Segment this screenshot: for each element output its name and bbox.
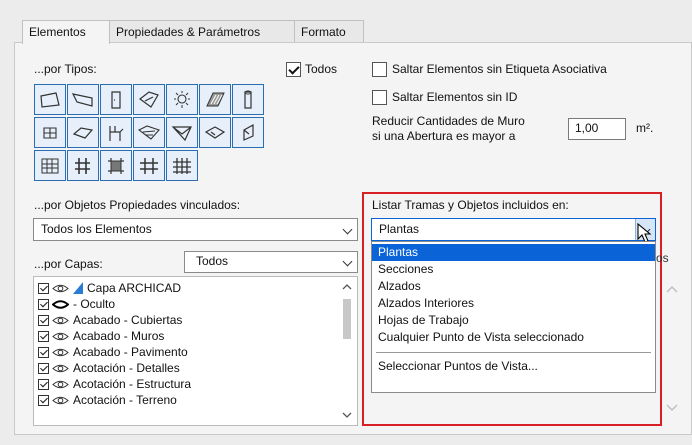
layer-name: - Oculto — [73, 297, 116, 311]
list-in-select-value: Plantas — [379, 222, 420, 236]
select-viewpoints-option[interactable]: Seleccionar Puntos de Vista... — [372, 358, 655, 375]
layer-list-scrollbar[interactable] — [337, 277, 357, 425]
layer-row[interactable]: Acabado - Muros — [34, 328, 357, 344]
chevron-down-icon — [342, 256, 353, 267]
curtain-wall-icon[interactable] — [232, 117, 264, 148]
slab-icon[interactable] — [67, 117, 99, 148]
fill-icon[interactable] — [166, 150, 198, 181]
mesh-icon[interactable] — [34, 150, 66, 181]
listing-criteria-dialog: Elementos Propiedades & Parámetros Forma… — [0, 0, 692, 445]
props-select-value: Todos los Elementos — [41, 222, 152, 236]
wall-icon[interactable] — [34, 84, 66, 115]
element-type-grid — [34, 84, 265, 183]
by-props-label: ...por Objetos Propiedades vinculados: — [34, 198, 241, 212]
layer-name: Acabado - Cubiertas — [73, 313, 183, 327]
roof-icon[interactable] — [133, 117, 165, 148]
layers-select[interactable]: Todos — [184, 251, 358, 273]
door-icon[interactable] — [100, 84, 132, 115]
partially-hidden-label: os — [656, 251, 669, 265]
layer-row[interactable]: Capa ARCHICAD — [34, 280, 357, 296]
layer-name: Capa ARCHICAD — [87, 281, 182, 295]
eye-icon[interactable] — [52, 395, 69, 406]
scroll-down-icon[interactable] — [666, 404, 678, 412]
reduce-label-line1: Reducir Cantidades de Muro — [372, 114, 525, 128]
tab-formato[interactable]: Formato — [294, 20, 364, 43]
reduce-label-line2: si una Abertura es mayor a — [372, 129, 516, 143]
layer-checkbox[interactable] — [38, 394, 49, 406]
dropdown-option[interactable]: Cualquier Punto de Vista seleccionado — [372, 329, 655, 346]
scrollbar-thumb[interactable] — [343, 299, 351, 339]
archicad-layer-icon — [73, 282, 83, 294]
shell-icon[interactable] — [166, 117, 198, 148]
layers-select-value: Todos — [196, 254, 229, 268]
tab-propiedades-parametros[interactable]: Propiedades & Parámetros — [109, 20, 295, 43]
viewpoint-dropdown-list[interactable]: Plantas Secciones Alzados Alzados Interiore… — [371, 241, 656, 393]
by-type-label: ...por Tipos: — [34, 62, 97, 76]
eye-icon[interactable] — [52, 363, 69, 374]
layer-name: Acabado - Pavimento — [73, 345, 188, 359]
scroll-up-icon[interactable] — [342, 283, 352, 290]
lamp-icon[interactable] — [166, 84, 198, 115]
dropdown-option[interactable]: Alzados Interiores — [372, 295, 655, 312]
dropdown-option[interactable]: Plantas — [372, 244, 655, 261]
layer-row[interactable]: Acabado - Pavimento — [34, 344, 357, 360]
layer-row[interactable]: Acotación - Estructura — [34, 376, 357, 392]
layer-name: Acotación - Detalles — [73, 361, 180, 375]
window-icon[interactable] — [133, 84, 165, 115]
morph-icon[interactable] — [199, 117, 231, 148]
object-icon[interactable] — [34, 117, 66, 148]
skip-no-id-label: Saltar Elementos sin ID — [392, 90, 518, 104]
eye-icon[interactable] — [52, 347, 69, 358]
layer-checkbox[interactable] — [38, 282, 49, 294]
by-layers-label: ...por Capas: — [34, 257, 103, 271]
eye-icon[interactable] — [52, 331, 69, 342]
skip-no-id-checkbox[interactable] — [372, 90, 387, 105]
dropdown-option[interactable]: Hojas de Trabajo — [372, 312, 655, 329]
dropdown-separator — [376, 352, 651, 353]
skip-no-label-checkbox[interactable] — [372, 62, 387, 77]
dropdown-option[interactable]: Alzados — [372, 278, 655, 295]
area-unit-label: m². — [636, 121, 654, 135]
layer-name: Acotación - Terreno — [73, 393, 177, 407]
grid-icon[interactable] — [133, 150, 165, 181]
tab-elementos[interactable]: Elementos — [22, 20, 110, 44]
layer-row[interactable]: - Oculto — [34, 296, 357, 312]
dropdown-option[interactable]: Secciones — [372, 261, 655, 278]
eye-icon[interactable] — [52, 315, 69, 326]
layer-checkbox[interactable] — [38, 330, 49, 342]
scroll-up-icon[interactable] — [666, 285, 678, 293]
layer-checkbox[interactable] — [38, 298, 49, 310]
stair-icon[interactable] — [100, 117, 132, 148]
layer-row[interactable]: Acotación - Detalles — [34, 360, 357, 376]
props-select[interactable]: Todos los Elementos — [33, 218, 358, 241]
eye-icon[interactable] — [52, 379, 69, 390]
layer-row[interactable]: Acabado - Cubiertas — [34, 312, 357, 328]
all-types-checkbox[interactable] — [286, 62, 301, 77]
layer-checkbox[interactable] — [38, 362, 49, 374]
layer-checkbox[interactable] — [38, 314, 49, 326]
layer-checkbox[interactable] — [38, 346, 49, 358]
tab-bar: Elementos Propiedades & Parámetros Forma… — [22, 20, 364, 44]
railing-icon[interactable] — [67, 150, 99, 181]
hidden-eye-icon[interactable] — [52, 299, 69, 310]
layer-name: Acotación - Estructura — [73, 377, 192, 391]
layer-checkbox[interactable] — [38, 378, 49, 390]
slab-hatch-icon[interactable] — [199, 84, 231, 115]
zone-icon[interactable] — [100, 150, 132, 181]
list-in-label: Listar Tramas y Objetos incluidos en: — [372, 198, 569, 212]
chevron-down-icon — [342, 224, 353, 235]
all-types-label: Todos — [305, 62, 338, 76]
scroll-down-icon[interactable] — [342, 412, 352, 419]
list-in-select[interactable]: Plantas — [371, 218, 656, 241]
skip-no-label-label: Saltar Elementos sin Etiqueta Asociativa — [392, 62, 607, 76]
column-icon[interactable] — [232, 84, 264, 115]
beam-icon[interactable] — [67, 84, 99, 115]
opening-threshold-input[interactable]: 1,00 — [568, 118, 626, 140]
layer-list[interactable]: Capa ARCHICAD - Oculto Acabado - Cubiertas… — [33, 276, 358, 426]
eye-icon[interactable] — [52, 283, 69, 294]
layer-name: Acabado - Muros — [73, 329, 165, 343]
layer-row[interactable]: Acotación - Terreno — [34, 392, 357, 408]
